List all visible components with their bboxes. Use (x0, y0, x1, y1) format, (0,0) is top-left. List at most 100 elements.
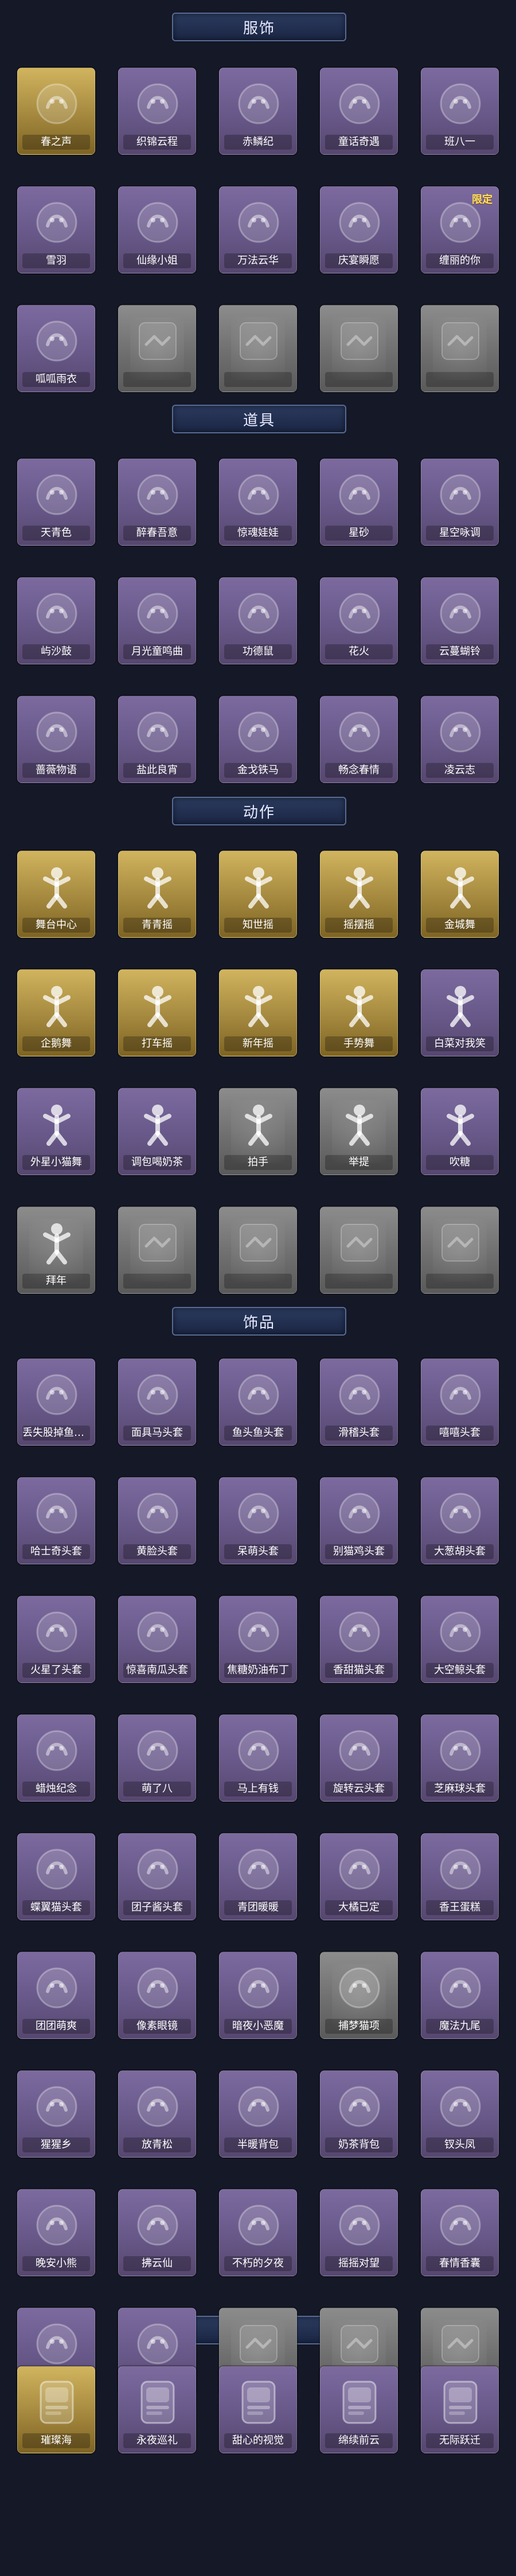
accessories-card[interactable]: 半暖背包 (219, 2070, 297, 2158)
props-card[interactable]: 云蔓蝴铃 (421, 577, 499, 664)
accessories-card[interactable]: 晚安小熊 (17, 2189, 95, 2276)
props-card[interactable]: 花火 (320, 577, 398, 664)
props-card[interactable]: 屿沙鼓 (17, 577, 95, 664)
props-card[interactable]: 金戈铁马 (219, 696, 297, 783)
accessories-card[interactable]: 面具马头套 (118, 1359, 196, 1446)
badges-card[interactable]: 无际跃迁 (421, 2366, 499, 2453)
accessories-card[interactable]: 焦糖奶油布丁 (219, 1596, 297, 1683)
accessories-card[interactable]: 惊喜南瓜头套 (118, 1596, 196, 1683)
clothing-card[interactable]: 班八一 (421, 68, 499, 155)
accessories-item-label: 放青松 (123, 2137, 191, 2152)
accessories-card[interactable]: 团团萌爽 (17, 1952, 95, 2039)
actions-card[interactable]: 调包喝奶茶 (118, 1088, 196, 1175)
accessories-card[interactable]: 猩猩乡 (17, 2070, 95, 2158)
props-card[interactable]: 盐此良宵 (118, 696, 196, 783)
pose-figure-icon (28, 977, 85, 1034)
clothing-card[interactable] (219, 305, 297, 392)
accessories-card[interactable]: 像素眼镜 (118, 1952, 196, 2039)
accessories-card[interactable]: 芝麻球头套 (421, 1714, 499, 1802)
accessories-card[interactable]: 黄脸头套 (118, 1477, 196, 1564)
actions-card[interactable] (320, 1207, 398, 1294)
accessories-card[interactable]: 嘻嘻头套 (421, 1359, 499, 1446)
actions-card[interactable]: 外星小猫舞 (17, 1088, 95, 1175)
accessories-card[interactable]: 呆萌头套 (219, 1477, 297, 1564)
actions-card[interactable]: 拍手 (219, 1088, 297, 1175)
actions-card[interactable] (118, 1207, 196, 1294)
accessories-card[interactable]: 旋转云头套 (320, 1714, 398, 1802)
accessories-card[interactable]: 暗夜小恶魔 (219, 1952, 297, 2039)
actions-card[interactable]: 企鹅舞 (17, 969, 95, 1056)
accessories-item-label: 半暖背包 (224, 2137, 292, 2152)
accessories-card[interactable]: 火星了头套 (17, 1596, 95, 1683)
accessories-card[interactable]: 大橘已定 (320, 1833, 398, 1920)
clothing-card[interactable]: 限定 缠丽的你 (421, 186, 499, 273)
clothing-card[interactable]: 庆宴瞬愿 (320, 186, 398, 273)
accessories-card[interactable]: 魔法九尾 (421, 1952, 499, 2039)
accessories-card[interactable]: 丢失股掉鱼头套 (17, 1359, 95, 1446)
badges-card[interactable]: 甜心的视觉 (219, 2366, 297, 2453)
clothing-card[interactable] (421, 305, 499, 392)
accessories-card[interactable]: 萌了八 (118, 1714, 196, 1802)
accessories-card[interactable]: 春情香囊 (421, 2189, 499, 2276)
actions-card[interactable]: 白菜对我笑 (421, 969, 499, 1056)
accessories-card[interactable]: 别猫鸡头套 (320, 1477, 398, 1564)
accessories-card[interactable]: 香王蛋糕 (421, 1833, 499, 1920)
accessories-card[interactable]: 大葱胡头套 (421, 1477, 499, 1564)
accessories-card[interactable]: 蝶翼猫头套 (17, 1833, 95, 1920)
accessories-card[interactable]: 拂云仙 (118, 2189, 196, 2276)
props-card[interactable]: 星空咏调 (421, 459, 499, 546)
clothing-card[interactable]: 赤鳞纪 (219, 68, 297, 155)
actions-card[interactable]: 新年摇 (219, 969, 297, 1056)
clothing-card[interactable] (320, 305, 398, 392)
accessories-card[interactable]: 放青松 (118, 2070, 196, 2158)
clothing-card[interactable]: 雪羽 (17, 186, 95, 273)
badges-card[interactable]: 绵续前云 (320, 2366, 398, 2453)
props-card[interactable]: 天青色 (17, 459, 95, 546)
accessories-card[interactable]: 大空鲸头套 (421, 1596, 499, 1683)
accessories-card[interactable]: 捕梦猫项 (320, 1952, 398, 2039)
props-card[interactable]: 功德鼠 (219, 577, 297, 664)
actions-card[interactable]: 青青摇 (118, 851, 196, 938)
actions-card[interactable]: 知世摇 (219, 851, 297, 938)
accessories-card[interactable]: 奶茶背包 (320, 2070, 398, 2158)
accessories-item-label: 像素眼镜 (123, 2019, 191, 2034)
actions-card[interactable] (219, 1207, 297, 1294)
actions-card[interactable]: 吹糖 (421, 1088, 499, 1175)
props-card[interactable]: 畅念春情 (320, 696, 398, 783)
clothing-card[interactable]: 童话奇遇 (320, 68, 398, 155)
clothing-card[interactable] (118, 305, 196, 392)
accessories-card[interactable]: 摇摇对望 (320, 2189, 398, 2276)
accessories-card[interactable]: 哈士奇头套 (17, 1477, 95, 1564)
clothing-card[interactable]: 呱呱雨衣 (17, 305, 95, 392)
accessories-card[interactable]: 马上有钱 (219, 1714, 297, 1802)
accessories-card[interactable]: 香甜猫头套 (320, 1596, 398, 1683)
actions-card[interactable]: 举提 (320, 1088, 398, 1175)
clothing-card[interactable]: 春之声 (17, 68, 95, 155)
props-card[interactable]: 凌云志 (421, 696, 499, 783)
badges-card[interactable]: 永夜巡礼 (118, 2366, 196, 2453)
actions-card[interactable]: 手势舞 (320, 969, 398, 1056)
props-card[interactable]: 星砂 (320, 459, 398, 546)
clothing-card[interactable]: 仙缘小姐 (118, 186, 196, 273)
accessories-card[interactable]: 不朽的夕夜 (219, 2189, 297, 2276)
accessories-card[interactable]: 鱼头鱼头套 (219, 1359, 297, 1446)
accessories-card[interactable]: 蜡烛纪念 (17, 1714, 95, 1802)
accessories-card[interactable]: 钗头凤 (421, 2070, 499, 2158)
props-card[interactable]: 醉春吾意 (118, 459, 196, 546)
actions-card[interactable] (421, 1207, 499, 1294)
accessories-card[interactable]: 青团暖暖 (219, 1833, 297, 1920)
props-card[interactable]: 月光童鸣曲 (118, 577, 196, 664)
actions-card[interactable]: 舞台中心 (17, 851, 95, 938)
clothing-card[interactable]: 万法云华 (219, 186, 297, 273)
accessories-item-label: 大橘已定 (325, 1900, 393, 1915)
actions-card[interactable]: 金城舞 (421, 851, 499, 938)
badges-card[interactable]: 璀璨海 (17, 2366, 95, 2453)
actions-card[interactable]: 摇摆摇 (320, 851, 398, 938)
clothing-card[interactable]: 织锦云程 (118, 68, 196, 155)
accessories-card[interactable]: 滑稽头套 (320, 1359, 398, 1446)
props-card[interactable]: 惊魂娃娃 (219, 459, 297, 546)
accessories-card[interactable]: 团子酱头套 (118, 1833, 196, 1920)
props-card[interactable]: 蔷薇物语 (17, 696, 95, 783)
actions-card[interactable]: 拜年 (17, 1207, 95, 1294)
actions-card[interactable]: 打车摇 (118, 969, 196, 1056)
